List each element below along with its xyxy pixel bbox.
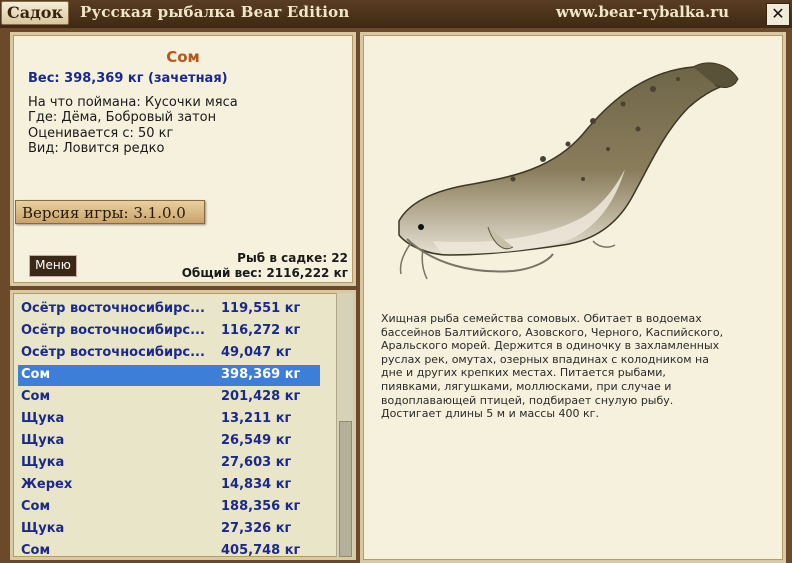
catch-list-row[interactable]: Сом 188,356 кг [18, 497, 320, 518]
catch-fish-weight: 14,834 кг [221, 477, 292, 492]
catch-list-row[interactable]: Осётр восточносибирс... 119,551 кг [18, 299, 320, 320]
description-line: Аральского морей. Держится в одиночку в … [381, 339, 720, 353]
catch-fish-weight: 13,211 кг [221, 411, 292, 426]
site-url: www.bear-rybalka.ru [556, 3, 729, 21]
catch-fish-weight: 27,603 кг [221, 455, 292, 470]
description-line: пиявками, лягушками, моллюсками, при слу… [381, 379, 672, 393]
fish-value: Оценивается с: 50 кг [28, 126, 174, 141]
catch-fish-weight: 26,549 кг [221, 433, 292, 448]
catch-fish-name: Осётр восточносибирс... [21, 345, 205, 360]
catch-fish-name: Сом [21, 389, 51, 404]
fish-count: Рыб в садке: 22 [237, 251, 348, 265]
catch-fish-weight: 27,326 кг [221, 521, 292, 536]
description-line: водоплавающей птицей, подбирает снулую р… [381, 393, 674, 407]
title-bar: Садок Русская рыбалка Bear Edition www.b… [0, 0, 792, 28]
catch-fish-name: Щука [21, 411, 65, 426]
description-line: дне и других крепких местах. Питается ры… [381, 366, 666, 380]
catch-fish-name: Сом [21, 367, 51, 382]
catch-list-row[interactable]: Жерех 14,834 кг [18, 475, 320, 496]
scroll-thumb[interactable] [339, 421, 352, 557]
catch-fish-weight: 49,047 кг [221, 345, 292, 360]
fish-rarity: Вид: Ловится редко [28, 141, 165, 156]
catch-list-row[interactable]: Осётр восточносибирс... 116,272 кг [18, 321, 320, 342]
fish-description: Хищная рыба семейства сомовых. Обитает в… [381, 312, 756, 421]
list-scrollbar[interactable] [336, 293, 353, 557]
catch-fish-weight: 188,356 кг [221, 499, 301, 514]
catch-fish-weight: 201,428 кг [221, 389, 301, 404]
catch-list-row[interactable]: Щука 27,603 кг [18, 453, 320, 474]
catch-fish-weight: 116,272 кг [221, 323, 301, 338]
menu-button[interactable]: Меню [29, 255, 77, 277]
catch-fish-weight: 119,551 кг [221, 301, 301, 316]
fish-weight: Вес: 398,369 кг (зачетная) [28, 71, 228, 86]
tab-sadok[interactable]: Садок [1, 1, 69, 25]
fish-name: Сом [166, 48, 200, 66]
catch-fish-name: Щука [21, 455, 65, 470]
catch-fish-name: Осётр восточносибирс... [21, 301, 205, 316]
catch-list: Осётр восточносибирс... 119,551 кг Осётр в… [10, 290, 356, 560]
description-line: Достигает длины 5 м и массы 400 кг. [381, 407, 599, 421]
description-panel: Хищная рыба семейства сомовых. Обитает в… [360, 32, 786, 563]
catch-list-row[interactable]: Щука 26,549 кг [18, 431, 320, 452]
catch-fish-name: Щука [21, 433, 65, 448]
app-title: Русская рыбалка Bear Edition [80, 3, 350, 21]
fish-info-panel: Сом Вес: 398,369 кг (зачетная) На что по… [10, 32, 356, 286]
catch-list-row[interactable]: Щука 13,211 кг [18, 409, 320, 430]
catch-fish-weight: 398,369 кг [221, 367, 301, 382]
total-weight: Общий вес: 2116,222 кг [181, 266, 348, 280]
fish-bait: На что поймана: Кусочки мяса [28, 95, 238, 110]
description-line: Хищная рыба семейства сомовых. Обитает в… [381, 312, 702, 325]
catch-list-row[interactable]: Осётр восточносибирс... 49,047 кг [18, 343, 320, 364]
description-line: руслах рек, омутах, озерных впадинах с к… [381, 352, 709, 366]
catch-list-row[interactable]: Сом 398,369 кг [18, 365, 320, 386]
catch-fish-name: Сом [21, 499, 51, 514]
game-version-plaque: Версия игры: 3.1.0.0 [15, 200, 205, 224]
catch-fish-name: Осётр восточносибирс... [21, 323, 205, 338]
catch-fish-weight: 405,748 кг [221, 543, 301, 558]
catch-list-row[interactable]: Щука 27,326 кг [18, 519, 320, 540]
fish-place: Где: Дёма, Бобровый затон [28, 110, 217, 125]
catch-fish-name: Сом [21, 543, 51, 558]
description-line: бассейнов Балтийского, Азовского, Черног… [381, 325, 724, 339]
catch-list-row[interactable]: Сом 201,428 кг [18, 387, 320, 408]
catch-fish-name: Щука [21, 521, 65, 536]
catfish-image [398, 62, 739, 280]
catch-list-row[interactable]: Сом 405,748 кг [18, 541, 320, 558]
catch-fish-name: Жерех [21, 477, 73, 492]
close-button[interactable]: ✕ [766, 3, 790, 26]
